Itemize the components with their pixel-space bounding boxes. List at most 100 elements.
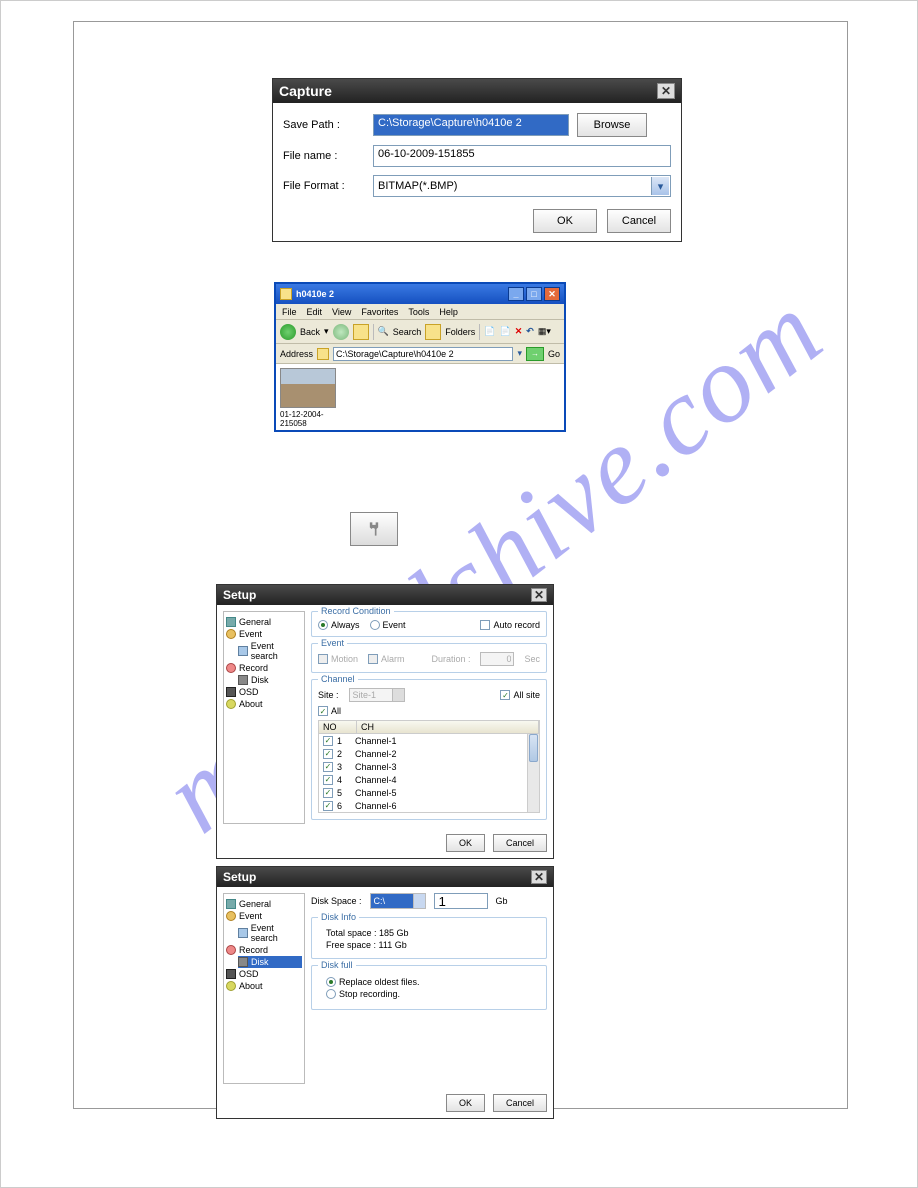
drive-select[interactable]: C:\ bbox=[370, 893, 426, 909]
tree-record[interactable]: Record bbox=[226, 944, 302, 956]
file-format-select[interactable]: BITMAP(*.BMP) ▾ bbox=[373, 175, 671, 197]
folders-icon[interactable] bbox=[425, 324, 441, 340]
search-label[interactable]: Search bbox=[393, 327, 422, 337]
always-radio[interactable]: Always bbox=[318, 620, 360, 630]
close-icon[interactable]: ✕ bbox=[544, 287, 560, 301]
event-icon bbox=[226, 911, 236, 921]
row-checkbox[interactable]: ✓ bbox=[323, 775, 333, 785]
row-ch: Channel-1 bbox=[355, 736, 397, 746]
move-icon[interactable]: 📄 bbox=[484, 326, 495, 337]
menu-help[interactable]: Help bbox=[439, 307, 458, 317]
scrollbar[interactable] bbox=[527, 734, 539, 812]
views-icon[interactable]: ▦▾ bbox=[538, 326, 551, 337]
delete-icon[interactable]: ✕ bbox=[515, 326, 523, 337]
cancel-button[interactable]: Cancel bbox=[493, 1094, 547, 1112]
menu-tools[interactable]: Tools bbox=[408, 307, 429, 317]
table-row[interactable]: ✓4Channel-4 bbox=[319, 773, 539, 786]
address-label: Address bbox=[280, 349, 313, 359]
tree-general[interactable]: General bbox=[226, 616, 302, 628]
tree-osd[interactable]: OSD bbox=[226, 686, 302, 698]
all-checkbox[interactable]: ✓All bbox=[318, 706, 341, 716]
table-row[interactable]: ✓1Channel-1 bbox=[319, 734, 539, 747]
tree-event[interactable]: Event bbox=[226, 628, 302, 640]
tree-general[interactable]: General bbox=[226, 898, 302, 910]
minimize-icon[interactable]: _ bbox=[508, 287, 524, 301]
close-icon[interactable]: ✕ bbox=[531, 870, 547, 884]
chevron-down-icon[interactable]: ▾ bbox=[517, 348, 522, 359]
ok-button[interactable]: OK bbox=[533, 209, 597, 233]
menu-file[interactable]: File bbox=[282, 307, 297, 317]
tree-label: General bbox=[239, 899, 271, 909]
undo-icon[interactable]: ↶ bbox=[526, 326, 534, 337]
save-path-input[interactable]: C:\Storage\Capture\h0410e 2 bbox=[373, 114, 569, 136]
all-site-checkbox[interactable]: ✓All site bbox=[500, 690, 540, 700]
general-icon bbox=[226, 617, 236, 627]
tree-about[interactable]: About bbox=[226, 698, 302, 710]
tree-event-search[interactable]: Event search bbox=[238, 922, 302, 944]
total-space: Total space : 185 Gb bbox=[326, 928, 540, 938]
auto-record-checkbox[interactable]: Auto record bbox=[480, 620, 540, 630]
row-checkbox[interactable]: ✓ bbox=[323, 749, 333, 759]
tree-label: Disk bbox=[251, 957, 269, 967]
replace-radio[interactable]: Replace oldest files. bbox=[326, 977, 420, 987]
duration-input bbox=[480, 652, 514, 666]
tree-disk[interactable]: Disk bbox=[238, 956, 302, 968]
record-condition-group: Record Condition Always Event Auto recor… bbox=[311, 611, 547, 637]
browse-button[interactable]: Browse bbox=[577, 113, 647, 137]
up-icon[interactable] bbox=[353, 324, 369, 340]
row-checkbox[interactable]: ✓ bbox=[323, 762, 333, 772]
folders-label[interactable]: Folders bbox=[445, 327, 475, 337]
address-input[interactable] bbox=[333, 347, 513, 361]
menu-view[interactable]: View bbox=[332, 307, 351, 317]
cancel-button[interactable]: Cancel bbox=[493, 834, 547, 852]
row-no: 4 bbox=[337, 775, 355, 785]
ok-button[interactable]: OK bbox=[446, 1094, 485, 1112]
row-checkbox[interactable]: ✓ bbox=[323, 801, 333, 811]
table-row[interactable]: ✓6Channel-6 bbox=[319, 799, 539, 812]
table-row[interactable]: ✓5Channel-5 bbox=[319, 786, 539, 799]
table-row[interactable]: ✓2Channel-2 bbox=[319, 747, 539, 760]
forward-icon[interactable] bbox=[333, 324, 349, 340]
row-checkbox[interactable]: ✓ bbox=[323, 788, 333, 798]
copy-icon[interactable]: 📄 bbox=[500, 326, 511, 337]
tree-about[interactable]: About bbox=[226, 980, 302, 992]
table-row[interactable]: ✓3Channel-3 bbox=[319, 760, 539, 773]
row-ch: Channel-6 bbox=[355, 801, 397, 811]
menu-favorites[interactable]: Favorites bbox=[361, 307, 398, 317]
size-unit: Gb bbox=[496, 896, 508, 906]
row-checkbox[interactable]: ✓ bbox=[323, 736, 333, 746]
file-thumbnail[interactable]: 01-12-2004-215058 bbox=[280, 368, 336, 428]
size-input[interactable] bbox=[434, 893, 488, 909]
chevron-down-icon[interactable]: ▾ bbox=[651, 177, 669, 195]
cancel-button[interactable]: Cancel bbox=[607, 209, 671, 233]
tree-label: Record bbox=[239, 945, 268, 955]
tree-disk[interactable]: Disk bbox=[238, 674, 302, 686]
duration-label: Duration : bbox=[431, 654, 470, 664]
menu-edit[interactable]: Edit bbox=[307, 307, 323, 317]
col-ch: CH bbox=[357, 721, 539, 733]
ok-button[interactable]: OK bbox=[446, 834, 485, 852]
chevron-down-icon[interactable] bbox=[413, 894, 425, 908]
group-title: Disk full bbox=[318, 960, 356, 970]
close-icon[interactable]: ✕ bbox=[657, 83, 675, 99]
maximize-icon[interactable]: □ bbox=[526, 287, 542, 301]
stop-radio[interactable]: Stop recording. bbox=[326, 989, 400, 999]
event-radio[interactable]: Event bbox=[370, 620, 406, 630]
back-icon[interactable] bbox=[280, 324, 296, 340]
explorer-toolbar: Back ▾ 🔍 Search Folders 📄 📄 ✕ ↶ ▦▾ bbox=[276, 320, 564, 344]
tree-record[interactable]: Record bbox=[226, 662, 302, 674]
tree-event-search[interactable]: Event search bbox=[238, 640, 302, 662]
close-icon[interactable]: ✕ bbox=[531, 588, 547, 602]
explorer-body: 01-12-2004-215058 bbox=[276, 364, 564, 430]
folder-icon bbox=[280, 288, 292, 300]
tree-osd[interactable]: OSD bbox=[226, 968, 302, 980]
setup-tree: General Event Event search Record Disk O… bbox=[223, 893, 305, 1084]
setup-button[interactable] bbox=[350, 512, 398, 546]
search-icon[interactable]: 🔍 bbox=[378, 326, 389, 337]
tree-event[interactable]: Event bbox=[226, 910, 302, 922]
file-name-input[interactable]: 06-10-2009-151855 bbox=[373, 145, 671, 167]
back-label[interactable]: Back bbox=[300, 327, 320, 337]
capture-dialog: Capture ✕ Save Path : C:\Storage\Capture… bbox=[272, 78, 682, 242]
go-button[interactable]: → bbox=[526, 347, 544, 361]
row-ch: Channel-2 bbox=[355, 749, 397, 759]
